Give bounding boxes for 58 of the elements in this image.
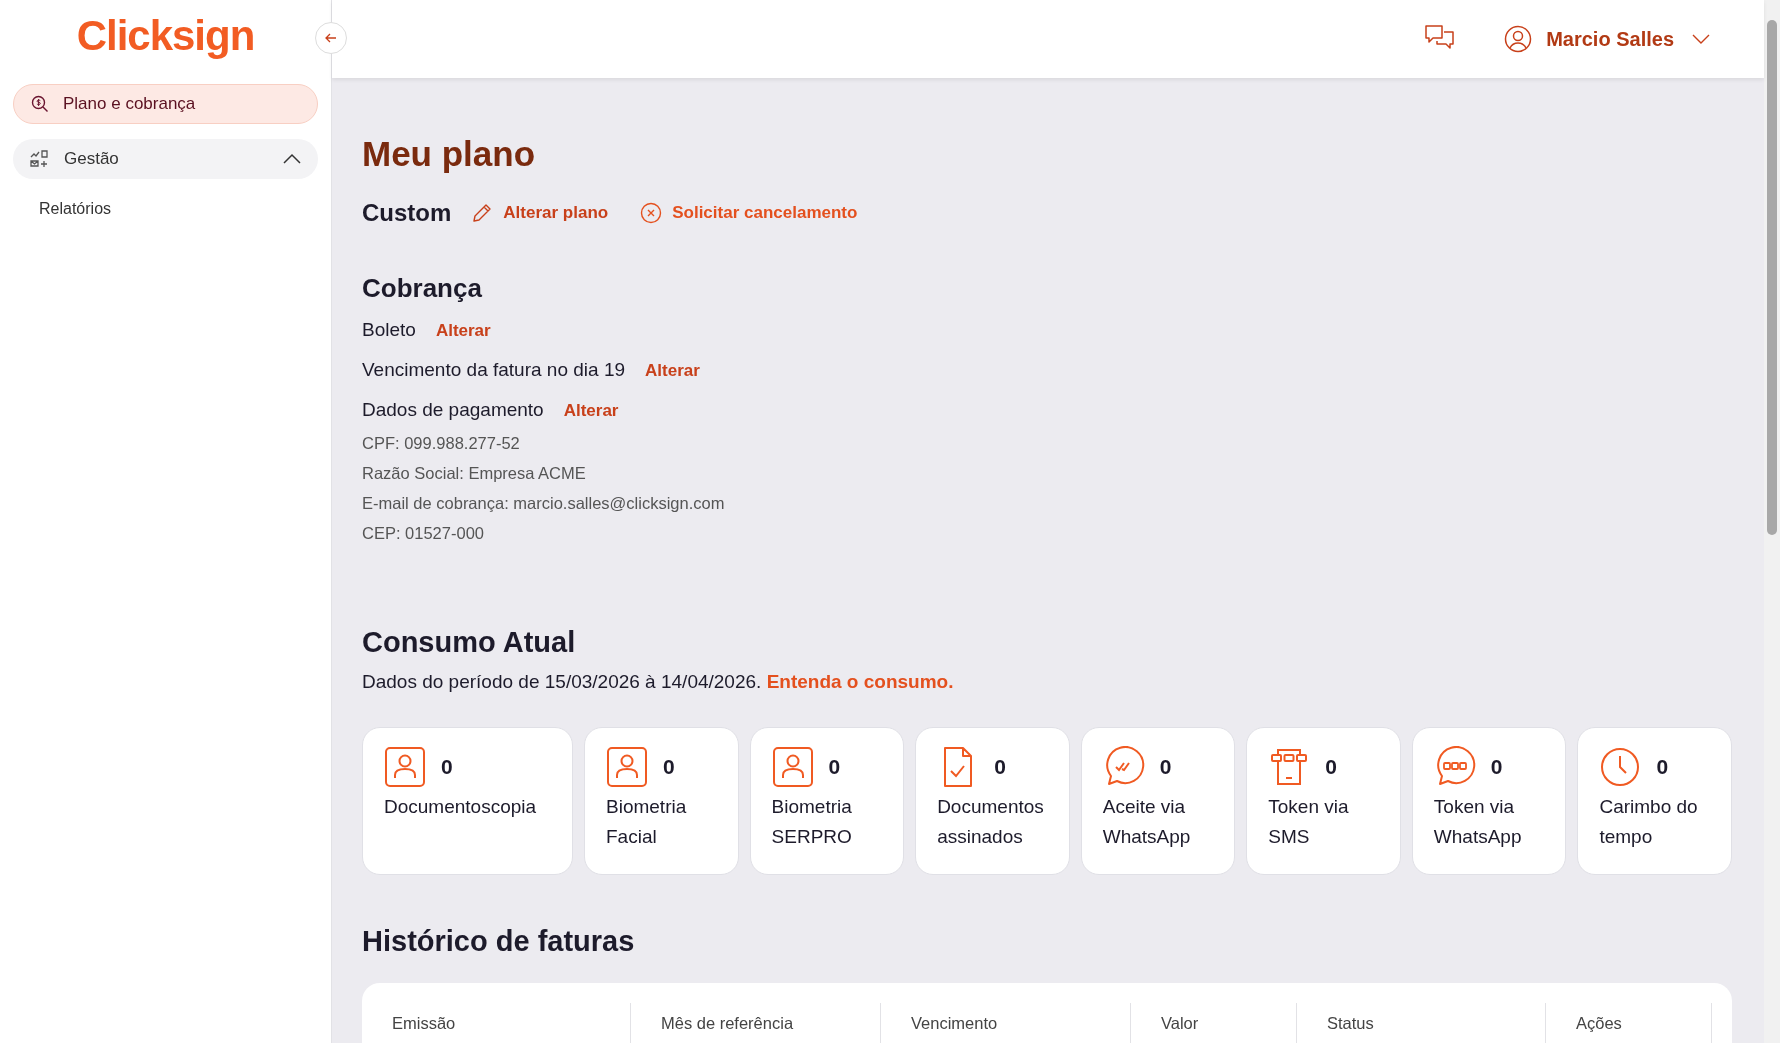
payment-detail: E-mail de cobrança: marcio.salles@clicksign.com: [362, 493, 726, 514]
section-title: Cobrança: [362, 272, 483, 305]
plan-name: Custom: [362, 199, 452, 227]
payment-detail: CPF: 099.988.277-52: [362, 433, 521, 454]
alter-link[interactable]: Alterar: [563, 395, 619, 427]
chevron-icon: [283, 153, 301, 165]
usage-label: Documentoscopia: [384, 795, 538, 819]
column-header: Status: [1297, 1003, 1546, 1043]
usage-label: Token via SMS: [1268, 795, 1350, 849]
usage-label: Biometria Facial: [606, 795, 688, 849]
cancel-icon: [640, 202, 663, 224]
usage-count: 0: [828, 755, 841, 779]
search-money-icon: [31, 95, 49, 113]
sidebar-item[interactable]: Plano e cobrança: [13, 84, 318, 124]
understand-link[interactable]: Entenda o consumo.: [766, 671, 954, 692]
period-text: Dados do período de 15/03/2026 à 14/04/2026. Entenda o consumo.: [362, 670, 955, 694]
usage-count: 0: [663, 755, 675, 779]
alter-link[interactable]: Alterar: [435, 315, 491, 347]
usage-label: Aceite via WhatsApp: [1102, 795, 1192, 849]
sidebar-item[interactable]: Gestão: [13, 139, 318, 179]
chart-tools-icon: [30, 150, 50, 168]
column-header: Emissão: [362, 1003, 631, 1043]
clock-icon: [1599, 746, 1642, 788]
person-badge-icon: [771, 746, 814, 788]
chevron-down-icon: [1692, 34, 1710, 44]
usage-count: 0: [994, 755, 1006, 779]
usage-label: Biometria SERPRO: [771, 795, 853, 849]
user-icon: [1504, 25, 1533, 53]
scrollbar[interactable]: [1764, 0, 1780, 1043]
alter-link[interactable]: Alterar: [645, 355, 700, 387]
usage-label: Carimbo do tempo: [1599, 795, 1699, 849]
billing-label: Vencimento da fatura no dia 19: [362, 358, 626, 382]
page-title: Meu plano: [362, 133, 537, 175]
usage-count: 0: [1490, 755, 1503, 779]
column-header: Mês de referência: [631, 1003, 881, 1043]
usage-label: Documentos assinados: [937, 795, 1045, 849]
column-header: Valor: [1131, 1003, 1297, 1043]
payment-detail: Razão Social: Empresa ACME: [362, 463, 587, 484]
section-title: Histórico de faturas: [362, 924, 636, 959]
billing-label: Boleto: [362, 318, 416, 342]
usage-count: 0: [1159, 755, 1172, 779]
billing-label: Dados de pagamento: [362, 398, 544, 422]
usage-label: Token via WhatsApp: [1433, 795, 1523, 849]
collapse-button[interactable]: [315, 22, 347, 54]
sidebar-subitem[interactable]: Relatórios: [13, 198, 318, 220]
clicksign-logo: Clicksign: [75, 11, 256, 61]
user-menu[interactable]: Marcio Salles: [1504, 25, 1710, 53]
column-header: Ações: [1546, 1003, 1712, 1043]
plan-action-link[interactable]: Solicitar cancelamento: [640, 202, 858, 224]
person-badge-icon: [384, 746, 426, 788]
usage-count: 0: [1325, 755, 1337, 779]
column-header: Vencimento: [881, 1003, 1131, 1043]
person-badge-icon: [606, 746, 648, 788]
usage-count: 0: [1656, 755, 1669, 779]
usage-count: 0: [441, 755, 453, 779]
plan-action-link[interactable]: Alterar plano: [471, 202, 609, 224]
section-title: Consumo Atual: [362, 625, 577, 660]
payment-detail: CEP: 01527-000: [362, 523, 485, 544]
